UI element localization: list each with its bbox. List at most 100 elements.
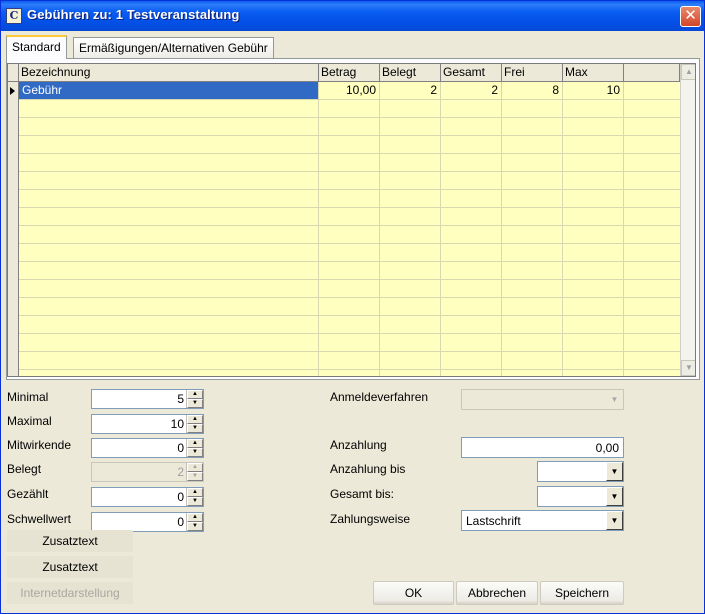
empty-cell[interactable] — [502, 370, 563, 376]
empty-cell[interactable] — [380, 118, 441, 135]
empty-cell[interactable] — [502, 280, 563, 297]
spin-up-icon[interactable]: ▲ — [187, 415, 203, 424]
maximal-spinner[interactable]: 10 ▲ ▼ — [91, 414, 204, 434]
chevron-down-icon[interactable]: ▼ — [606, 462, 623, 481]
spin-up-icon[interactable]: ▲ — [187, 513, 203, 522]
empty-cell[interactable] — [502, 100, 563, 117]
empty-cell[interactable] — [380, 334, 441, 351]
empty-cell[interactable] — [441, 118, 502, 135]
empty-cell[interactable] — [319, 244, 380, 261]
spin-up-icon[interactable]: ▲ — [187, 439, 203, 448]
cell-betrag[interactable]: 10,00 — [319, 82, 380, 99]
empty-cell[interactable] — [563, 100, 624, 117]
empty-cell[interactable] — [502, 118, 563, 135]
empty-cell[interactable] — [441, 370, 502, 376]
empty-cell[interactable] — [19, 100, 319, 117]
empty-cell[interactable] — [319, 298, 380, 315]
title-bar[interactable]: C Gebühren zu: 1 Testveranstaltung ✕ — [1, 1, 704, 31]
ok-button[interactable]: OK — [373, 581, 454, 605]
empty-cell[interactable] — [19, 136, 319, 153]
empty-cell[interactable] — [319, 100, 380, 117]
grid-vertical-scrollbar[interactable]: ▲ ▼ — [680, 64, 695, 376]
empty-cell[interactable] — [380, 280, 441, 297]
cell-frei[interactable]: 8 — [502, 82, 563, 99]
gesamt-bis-date-picker[interactable]: ▼ — [537, 486, 624, 507]
column-header-betrag[interactable]: Betrag — [319, 64, 380, 82]
empty-cell[interactable] — [19, 208, 319, 225]
empty-cell[interactable] — [19, 370, 319, 376]
empty-table-row[interactable] — [19, 154, 680, 172]
spin-up-icon[interactable]: ▲ — [187, 390, 203, 399]
cell-belegt[interactable]: 2 — [380, 82, 441, 99]
empty-cell[interactable] — [441, 172, 502, 189]
empty-cell[interactable] — [380, 370, 441, 376]
empty-cell[interactable] — [563, 316, 624, 333]
empty-cell[interactable] — [502, 190, 563, 207]
empty-cell[interactable] — [563, 118, 624, 135]
empty-cell[interactable] — [441, 316, 502, 333]
minimal-spinner[interactable]: 5 ▲ ▼ — [91, 389, 204, 409]
chevron-down-icon[interactable]: ▼ — [606, 487, 623, 506]
empty-cell[interactable] — [19, 244, 319, 261]
empty-table-row[interactable] — [19, 100, 680, 118]
fees-grid[interactable]: Bezeichnung Betrag Belegt Gesamt Frei Ma… — [7, 63, 696, 377]
empty-cell[interactable] — [380, 190, 441, 207]
empty-table-row[interactable] — [19, 334, 680, 352]
spin-down-icon[interactable]: ▼ — [187, 424, 203, 433]
empty-table-row[interactable] — [19, 262, 680, 280]
empty-cell[interactable] — [319, 136, 380, 153]
empty-cell[interactable] — [319, 316, 380, 333]
table-row[interactable]: Gebühr 10,00 2 2 8 10 — [19, 82, 680, 100]
empty-cell[interactable] — [441, 208, 502, 225]
empty-cell[interactable] — [380, 244, 441, 261]
empty-cell[interactable] — [441, 100, 502, 117]
anzahlung-field[interactable]: 0,00 — [461, 437, 624, 458]
column-header-gesamt[interactable]: Gesamt — [441, 64, 502, 82]
empty-table-row[interactable] — [19, 118, 680, 136]
schwellwert-spinner[interactable]: 0 ▲ ▼ — [91, 512, 204, 532]
empty-cell[interactable] — [563, 262, 624, 279]
empty-cell[interactable] — [441, 244, 502, 261]
column-header-max[interactable]: Max — [563, 64, 624, 82]
empty-cell[interactable] — [563, 190, 624, 207]
empty-cell[interactable] — [319, 334, 380, 351]
empty-cell[interactable] — [19, 262, 319, 279]
empty-table-row[interactable] — [19, 280, 680, 298]
zusatztext-button-1[interactable]: Zusatztext — [7, 530, 133, 552]
empty-cell[interactable] — [563, 280, 624, 297]
scroll-up-icon[interactable]: ▲ — [681, 64, 695, 80]
mitwirkende-spinner[interactable]: 0 ▲ ▼ — [91, 438, 204, 458]
empty-cell[interactable] — [441, 298, 502, 315]
empty-cell[interactable] — [19, 298, 319, 315]
zahlungsweise-select[interactable]: Lastschrift ▼ — [461, 510, 624, 531]
empty-cell[interactable] — [502, 334, 563, 351]
empty-cell[interactable] — [19, 334, 319, 351]
empty-cell[interactable] — [319, 226, 380, 243]
empty-cell[interactable] — [502, 226, 563, 243]
cell-gesamt[interactable]: 2 — [441, 82, 502, 99]
empty-cell[interactable] — [502, 154, 563, 171]
tab-standard[interactable]: Standard — [6, 35, 67, 59]
cell-bezeichnung[interactable]: Gebühr — [19, 82, 319, 99]
empty-cell[interactable] — [319, 190, 380, 207]
empty-table-row[interactable] — [19, 316, 680, 334]
close-button[interactable]: ✕ — [680, 6, 701, 27]
empty-cell[interactable] — [319, 118, 380, 135]
empty-table-row[interactable] — [19, 136, 680, 154]
spin-down-icon[interactable]: ▼ — [187, 399, 203, 408]
empty-cell[interactable] — [563, 298, 624, 315]
empty-cell[interactable] — [380, 208, 441, 225]
empty-cell[interactable] — [502, 262, 563, 279]
empty-table-row[interactable] — [19, 208, 680, 226]
empty-cell[interactable] — [380, 262, 441, 279]
anzahlung-bis-date-picker[interactable]: ▼ — [537, 461, 624, 482]
empty-cell[interactable] — [380, 298, 441, 315]
empty-cell[interactable] — [319, 172, 380, 189]
empty-cell[interactable] — [502, 172, 563, 189]
empty-cell[interactable] — [502, 352, 563, 369]
column-header-belegt[interactable]: Belegt — [380, 64, 441, 82]
empty-cell[interactable] — [19, 118, 319, 135]
empty-cell[interactable] — [563, 226, 624, 243]
empty-cell[interactable] — [563, 370, 624, 376]
empty-table-row[interactable] — [19, 352, 680, 370]
